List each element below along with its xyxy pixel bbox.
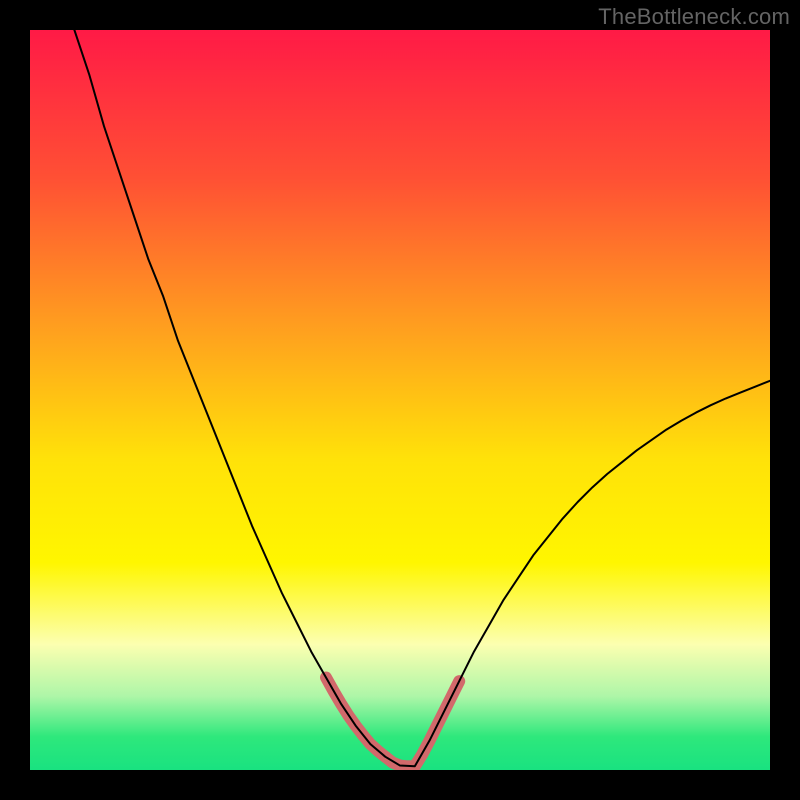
chart-frame: TheBottleneck.com xyxy=(0,0,800,800)
chart-plot xyxy=(30,30,770,770)
gradient-background xyxy=(30,30,770,770)
watermark-text: TheBottleneck.com xyxy=(598,4,790,30)
